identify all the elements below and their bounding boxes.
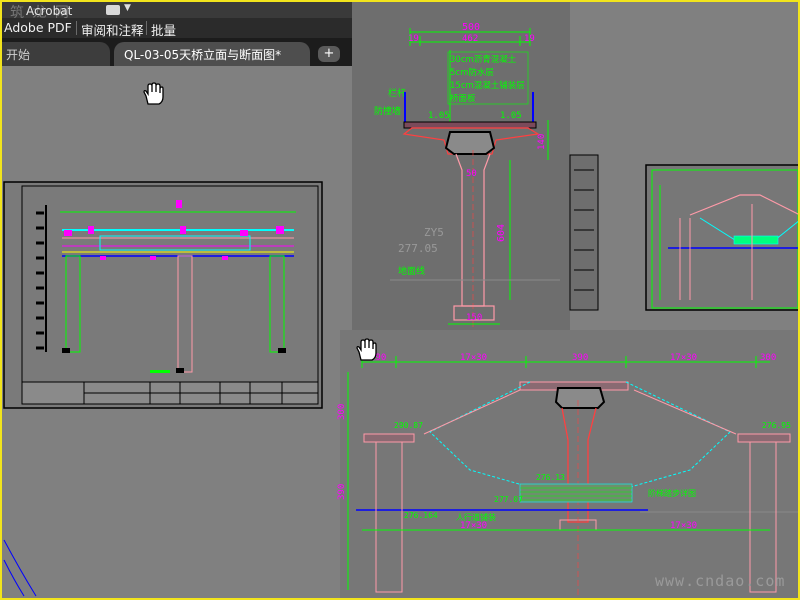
selection-frame: [0, 0, 800, 600]
